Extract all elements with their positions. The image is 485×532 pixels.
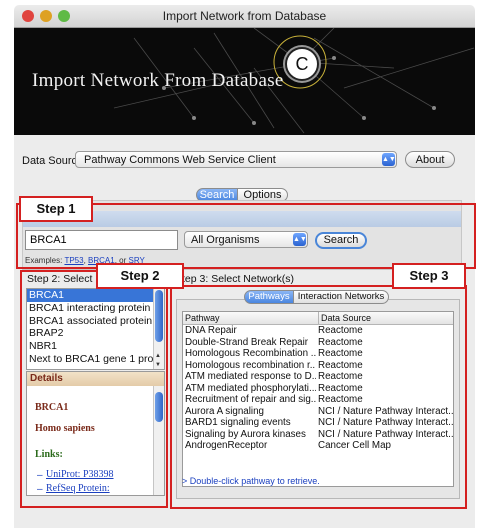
data-source-label: Data Source (22, 155, 84, 167)
step2-highlight-box (20, 270, 168, 508)
window-title: Import Network from Database (162, 9, 327, 23)
step3-callout: Step 3 (392, 263, 466, 289)
window-titlebar: Import Network from Database (14, 5, 475, 28)
step1-callout: Step 1 (19, 196, 93, 222)
data-source-value: Pathway Commons Web Service Client (84, 154, 276, 166)
step2-callout: Step 2 (96, 263, 184, 289)
cytoscape-logo-icon: C (285, 47, 319, 81)
step3-label: Step 3: Select Network(s) (175, 273, 295, 285)
banner: Import Network From Database C (14, 28, 475, 135)
step3-highlight-box (170, 285, 467, 509)
about-button[interactable]: About (405, 151, 455, 168)
banner-title: Import Network From Database (32, 70, 284, 91)
data-source-select[interactable]: Pathway Commons Web Service Client ▲▼ (75, 151, 397, 168)
updown-arrows-icon: ▲▼ (382, 153, 396, 166)
